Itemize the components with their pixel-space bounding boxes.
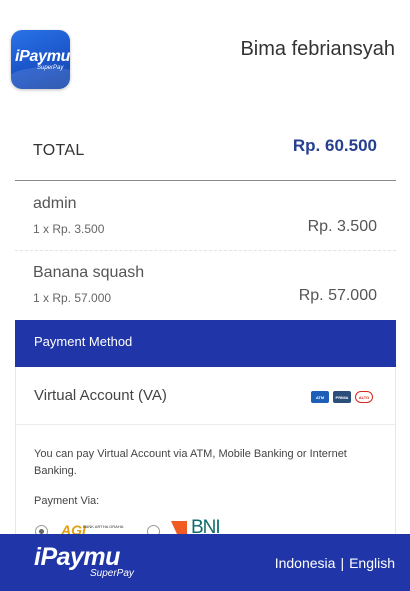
item-quantity: 1 x Rp. 57.000 (33, 291, 112, 305)
footer: iPaymu SuperPay Indonesia | English (0, 534, 410, 591)
total-row: TOTAL Rp. 60.500 (15, 125, 396, 181)
user-name: Bima febriansyah (240, 38, 395, 60)
prima-icon: PRIMA (333, 391, 351, 403)
network-icons: ATM PRIMA ALTO (311, 391, 373, 403)
payment-method-header: Payment Method (15, 320, 396, 367)
list-item: Banana squash 1 x Rp. 57.000 Rp. 57.000 (15, 251, 396, 320)
item-quantity: 1 x Rp. 3.500 (33, 222, 105, 236)
alto-icon: ALTO (355, 391, 373, 403)
item-name: Banana squash (33, 264, 145, 281)
virtual-account-option[interactable]: Virtual Account (VA) ATM PRIMA ALTO (16, 367, 395, 425)
logo-text: iPaymu (15, 48, 70, 65)
payment-method-title: Payment Method (34, 334, 133, 349)
language-separator: | (340, 555, 345, 571)
payment-description: You can pay Virtual Account via ATM, Mob… (34, 448, 347, 477)
logo-subtext: SuperPay (37, 65, 64, 71)
language-switcher: Indonesia | English (275, 555, 395, 571)
list-item: admin 1 x Rp. 3.500 Rp. 3.500 (15, 182, 396, 251)
ipaymu-app-logo: iPaymu SuperPay (11, 30, 70, 89)
bni-logo-mark (171, 521, 187, 535)
payment-via-label: Payment Via: (34, 495, 100, 507)
header: iPaymu SuperPay Bima febriansyah (0, 0, 410, 110)
item-name: admin (33, 195, 77, 212)
item-price: Rp. 57.000 (298, 287, 377, 304)
atm-bersama-icon: ATM (311, 391, 329, 403)
virtual-account-label: Virtual Account (VA) (34, 387, 167, 404)
agi-logo-subtext: BANK ARTHA GRAHA (83, 524, 124, 529)
language-english-link[interactable]: English (349, 555, 395, 571)
language-indonesia-link[interactable]: Indonesia (275, 555, 336, 571)
item-price: Rp. 3.500 (307, 218, 377, 235)
footer-brand-sub: SuperPay (90, 568, 134, 579)
total-label: TOTAL (33, 142, 85, 159)
total-value: Rp. 60.500 (292, 136, 377, 155)
